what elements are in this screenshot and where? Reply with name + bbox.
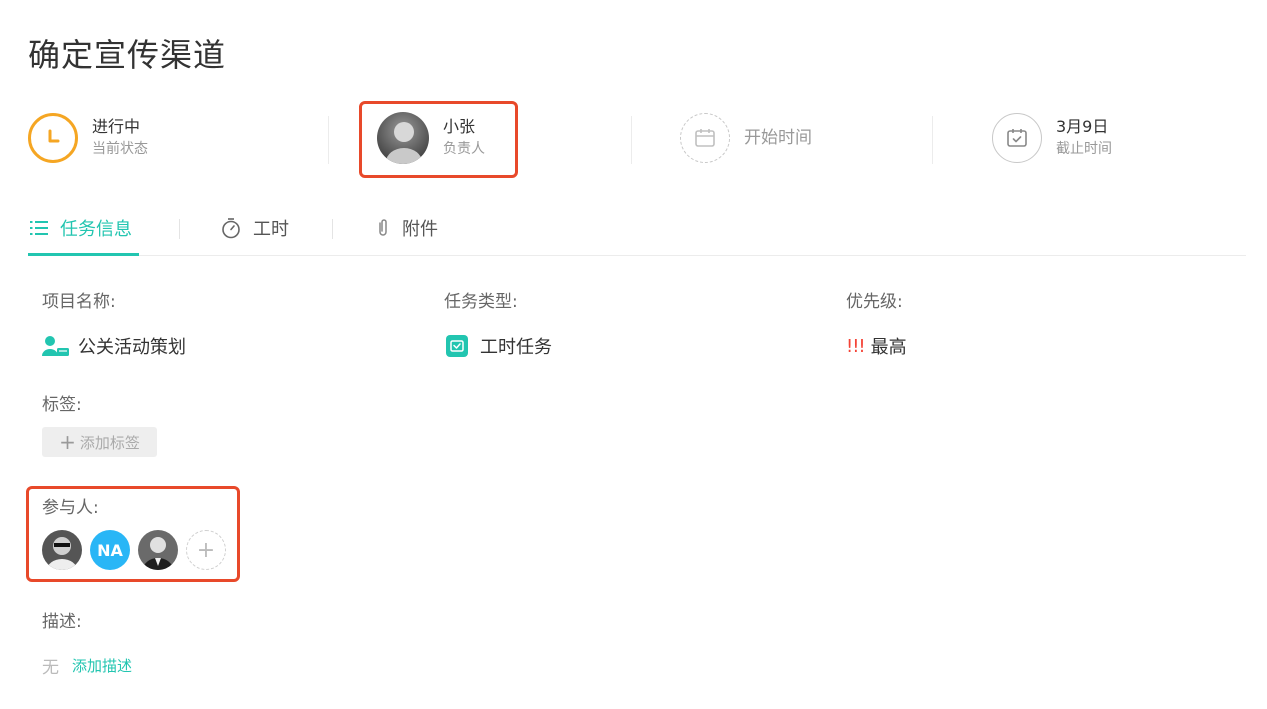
project-value[interactable]: 公关活动策划 [42, 333, 186, 359]
add-description-link[interactable]: 添加描述 [72, 655, 132, 676]
avatar [377, 112, 429, 164]
tab-work-hours[interactable]: 工时 [221, 213, 289, 243]
due-date-value: 3月9日 [1056, 117, 1109, 136]
tab-divider [332, 219, 333, 239]
divider [631, 116, 632, 164]
assignee-name: 小张 [443, 117, 476, 136]
stopwatch-icon [221, 217, 241, 239]
status-label: 当前状态 [92, 141, 148, 157]
tab-label: 附件 [402, 219, 438, 240]
due-date-label: 截止时间 [1056, 141, 1112, 157]
divider [932, 116, 933, 164]
tab-label: 工时 [253, 219, 289, 240]
clock-icon [28, 113, 78, 163]
member-avatar[interactable] [138, 530, 178, 570]
assignee-field[interactable]: 小张 负责人 [377, 108, 485, 168]
task-type-value[interactable]: 工时任务 [446, 333, 552, 359]
priority-marks: !!! [846, 335, 866, 357]
task-type-label: 任务类型: [444, 292, 518, 312]
project-label: 项目名称: [42, 292, 116, 312]
status-field[interactable]: 进行中 当前状态 [28, 108, 148, 168]
description-label: 描述: [42, 612, 82, 632]
start-time-label: 开始时间 [744, 128, 812, 148]
priority-name: 最高 [870, 337, 907, 358]
add-tag-button[interactable]: + 添加标签 [42, 427, 157, 457]
member-avatar[interactable]: NA [90, 530, 130, 570]
task-type-icon [446, 335, 468, 357]
project-user-icon [42, 335, 70, 357]
plus-icon: + [59, 430, 76, 454]
calendar-icon [680, 113, 730, 163]
status-value: 进行中 [92, 117, 141, 136]
due-date-field[interactable]: 3月9日 截止时间 [992, 108, 1112, 168]
tags-label: 标签: [42, 395, 82, 415]
assignee-label: 负责人 [443, 141, 485, 157]
calendar-check-icon [992, 113, 1042, 163]
task-type-name: 工时任务 [480, 337, 552, 358]
start-time-field[interactable]: 开始时间 [680, 108, 812, 168]
page-title: 确定宣传渠道 [28, 36, 227, 74]
project-name: 公关活动策划 [78, 337, 186, 358]
members-list: NA + [42, 530, 234, 570]
priority-value[interactable]: !!! 最高 [846, 333, 907, 359]
add-member-button[interactable]: + [186, 530, 226, 570]
tab-bar: 任务信息 工时 附件 [28, 205, 1246, 256]
paperclip-icon [376, 218, 390, 238]
tab-label: 任务信息 [60, 219, 132, 240]
tab-attachments[interactable]: 附件 [376, 213, 438, 243]
list-icon [30, 221, 48, 235]
members-label: 参与人: [42, 498, 99, 518]
member-avatar[interactable] [42, 530, 82, 570]
active-tab-indicator [28, 253, 139, 256]
tab-divider [179, 219, 180, 239]
tab-task-info[interactable]: 任务信息 [30, 213, 132, 243]
description-empty: 无 [42, 658, 59, 678]
divider [328, 116, 329, 164]
priority-label: 优先级: [846, 292, 903, 312]
add-tag-label: 添加标签 [79, 433, 140, 452]
